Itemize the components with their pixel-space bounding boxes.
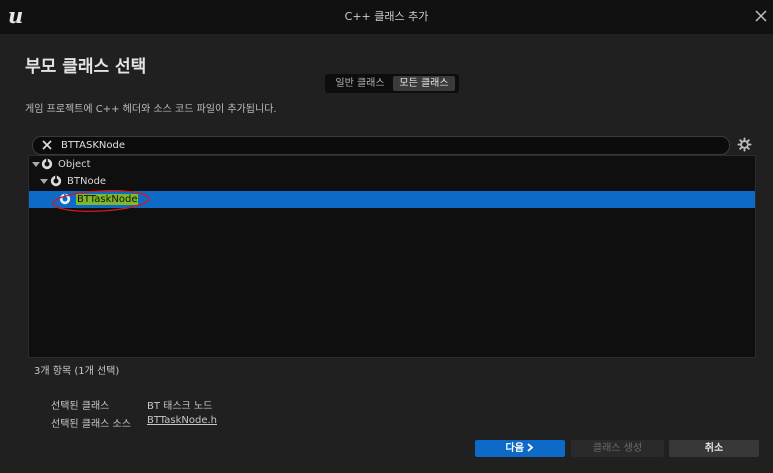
tree-item-label: BTNode (67, 176, 107, 187)
triangle-down-icon[interactable] (40, 173, 48, 190)
class-tree[interactable]: Object BTNode BTTaskNode (28, 155, 756, 358)
close-icon[interactable] (753, 7, 769, 25)
next-button[interactable]: 다음 (475, 440, 565, 457)
selected-class-label: 선택된 클래스 (51, 401, 110, 412)
tree-item-object[interactable]: Object (29, 156, 755, 173)
tree-item-label: Object (58, 159, 91, 170)
page-title: 부모 클래스 선택 (25, 57, 147, 77)
class-icon (41, 158, 53, 170)
selected-source-label: 선택된 클래스 소스 (51, 419, 131, 430)
create-class-button[interactable]: 클래스 생성 (571, 440, 664, 457)
triangle-down-icon[interactable] (32, 156, 40, 173)
tab-all-classes[interactable]: 모든 클래스 (393, 76, 455, 91)
tree-item-label: BTTaskNode (76, 194, 139, 205)
cancel-button[interactable]: 취소 (669, 440, 759, 457)
selected-source-link[interactable]: BTTaskNode.h (147, 415, 217, 426)
selected-class-value: BT 태스크 노드 (147, 401, 213, 412)
item-count: 3개 항목 (1개 선택) (34, 366, 120, 377)
tree-item-bttasknode[interactable]: BTTaskNode (29, 191, 755, 208)
title-bar: u C++ 클래스 추가 (0, 0, 773, 34)
next-button-label: 다음 (505, 443, 524, 454)
gear-icon[interactable] (737, 137, 752, 152)
window-title: C++ 클래스 추가 (344, 10, 429, 23)
class-icon (50, 175, 62, 187)
search-input[interactable]: BTTASKNode (32, 136, 730, 155)
description-text: 게임 프로젝트에 C++ 헤더와 소스 코드 파일이 추가됩니다. (25, 104, 277, 115)
search-value: BTTASKNode (61, 140, 125, 151)
class-filter-toggle: 일반 클래스 모든 클래스 (325, 74, 459, 93)
clear-search-icon[interactable] (41, 139, 53, 151)
chevron-right-icon (527, 443, 534, 452)
tree-item-btnode[interactable]: BTNode (29, 173, 755, 190)
tab-common-classes[interactable]: 일반 클래스 (329, 76, 391, 91)
class-icon (59, 193, 71, 205)
